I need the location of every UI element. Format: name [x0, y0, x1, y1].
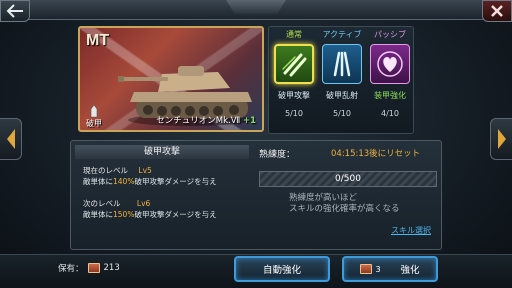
next-effect-post: 破甲攻撃ダメージを与え [134, 210, 217, 219]
selected-skill-title: 破甲攻撃 [75, 145, 249, 159]
proficiency-bar: 0/500 [259, 171, 437, 187]
skill-book-icon [87, 263, 100, 273]
close-button[interactable] [482, 0, 512, 22]
owned-items: 保有： 213 [58, 262, 120, 274]
shell-icon [90, 104, 98, 118]
owned-label: 保有： [58, 264, 84, 274]
tank-plus-level: +1 [242, 116, 256, 126]
top-notch-decoration [226, 0, 286, 14]
current-level-label: 現在のレベル [83, 166, 128, 175]
skill-select-link[interactable]: スキル選択 [391, 225, 431, 236]
skill-category-label: アクティブ [322, 30, 362, 39]
heart-icon [377, 51, 403, 77]
chevron-right-icon [497, 129, 506, 149]
chevron-left-icon [6, 129, 15, 149]
top-bar [0, 0, 512, 20]
ammo-type-badge: 破甲 [84, 104, 104, 130]
tank-class-label: MT [86, 32, 110, 49]
skill-book-icon [360, 264, 373, 274]
skill-icon-box[interactable] [322, 44, 362, 84]
owned-count: 213 [103, 263, 120, 273]
next-level-value: Lv6 [136, 199, 151, 208]
next-tank-button[interactable] [490, 118, 512, 160]
next-effect-pre: 敵単体に [83, 210, 113, 219]
proficiency-label: 熟練度： [259, 150, 296, 160]
current-level-value: Lv5 [138, 166, 152, 175]
current-effect-pre: 敵単体に [83, 177, 113, 186]
skill-passive[interactable]: パッシブ 装甲強化 4/10 [366, 27, 414, 118]
next-effect-percent: 150% [113, 210, 135, 219]
back-button[interactable] [0, 0, 30, 22]
enhance-cost-count: 3 [375, 264, 381, 274]
skills-panel: 通常 破甲攻撃 5/10 アクティブ 破甲乱射 5/10 パッシブ 装甲強化 4… [268, 26, 414, 134]
skill-name: 破甲攻撃 [278, 91, 310, 100]
back-arrow-icon [6, 4, 23, 18]
previous-tank-button[interactable] [0, 118, 22, 160]
skill-level: 5/10 [285, 109, 303, 118]
skill-category-label: パッシブ [374, 30, 406, 39]
next-effect-row: 敵単体に150%破甲攻撃ダメージを与え [83, 209, 217, 220]
enhance-button[interactable]: 3 強化 [342, 256, 438, 282]
skill-category-label: 通常 [286, 30, 302, 39]
skill-detail-panel: 破甲攻撃 現在のレベル Lv5 敵単体に140%破甲攻撃ダメージを与え 次のレベ… [70, 140, 442, 250]
proficiency-desc-line: 熟練度が高いほど [289, 193, 358, 203]
current-level-row: 現在のレベル Lv5 [83, 165, 217, 176]
current-effect-percent: 140% [113, 177, 135, 186]
double-slash-icon [282, 53, 307, 77]
screen: MT 破甲 センチュリオンMk.Ⅶ +1 通常 破甲攻撃 5/10 アクティブ … [0, 0, 512, 288]
tank-name-text: センチュリオンMk.Ⅶ [156, 116, 241, 126]
enhance-label: 強化 [400, 265, 420, 276]
current-effect-row: 敵単体に140%破甲攻撃ダメージを与え [83, 176, 217, 187]
enhance-cost: 3 [360, 264, 381, 274]
auto-enhance-button[interactable]: 自動強化 [234, 256, 330, 282]
current-effect-post: 破甲攻撃ダメージを与え [134, 177, 217, 186]
skill-normal[interactable]: 通常 破甲攻撃 5/10 [270, 27, 318, 118]
auto-enhance-label: 自動強化 [262, 265, 301, 276]
skill-level-info: 現在のレベル Lv5 敵単体に140%破甲攻撃ダメージを与え 次のレベル Lv6… [83, 165, 217, 220]
proficiency-reset-timer: 04:15:13後にリセット [331, 149, 421, 159]
skill-level: 5/10 [333, 109, 351, 118]
tank-name: センチュリオンMk.Ⅶ +1 [156, 114, 256, 126]
proficiency-value: 0/500 [335, 174, 361, 184]
triple-beam-icon [333, 51, 351, 77]
tank-card[interactable]: MT 破甲 センチュリオンMk.Ⅶ +1 [78, 26, 264, 132]
skill-active[interactable]: アクティブ 破甲乱射 5/10 [318, 27, 366, 118]
next-level-label: 次のレベル [83, 199, 121, 208]
skill-name: 破甲乱射 [326, 91, 358, 100]
skill-icon-box[interactable] [274, 44, 314, 84]
proficiency-desc-line: スキルの強化確率が高くなる [289, 204, 400, 214]
proficiency-description: 熟練度が高いほど スキルの強化確率が高くなる [289, 193, 400, 215]
skill-name: 装甲強化 [374, 91, 406, 100]
next-level-row: 次のレベル Lv6 [83, 198, 217, 209]
close-icon [491, 5, 503, 17]
skill-level: 4/10 [381, 109, 399, 118]
ammo-type-label: 破甲 [86, 119, 102, 128]
skill-icon-box[interactable] [370, 44, 410, 84]
